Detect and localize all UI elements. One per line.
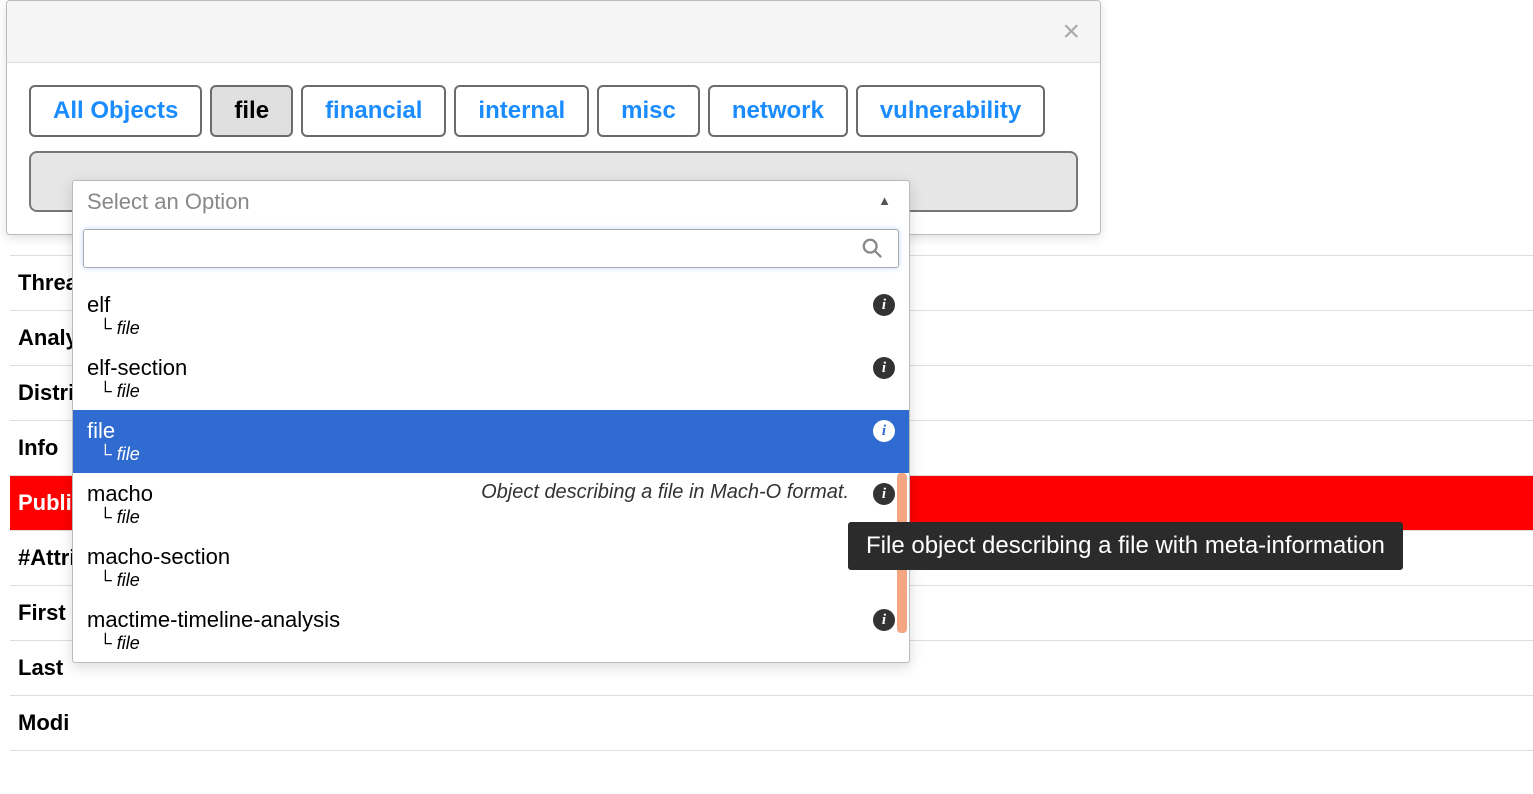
option-category: file <box>87 381 895 402</box>
dropdown-option[interactable]: mactime-timeline-analysisfilei <box>73 599 909 662</box>
tab-all-objects[interactable]: All Objects <box>29 85 202 137</box>
dropdown-option[interactable]: filefilei <box>73 410 909 473</box>
tab-financial[interactable]: financial <box>301 85 446 137</box>
dropdown-option[interactable]: elf-sectionfilei <box>73 347 909 410</box>
info-icon[interactable]: i <box>873 294 895 316</box>
object-dropdown[interactable]: Select an Option elffileielf-sectionfile… <box>72 180 910 663</box>
option-category: file <box>87 633 895 654</box>
option-title: mactime-timeline-analysis <box>87 607 895 633</box>
option-title: file <box>87 418 895 444</box>
tab-file[interactable]: file <box>210 85 293 137</box>
dropdown-option[interactable]: elffilei <box>73 284 909 347</box>
tab-network[interactable]: network <box>708 85 848 137</box>
dropdown-option[interactable]: macho-sectionfilei <box>73 536 909 599</box>
info-tooltip: File object describing a file with meta-… <box>848 522 1403 570</box>
dropdown-option[interactable]: machofileObject describing a file in Mac… <box>73 473 909 536</box>
dropdown-placeholder[interactable]: Select an Option <box>73 181 909 223</box>
search-icon <box>861 237 883 265</box>
close-icon[interactable]: × <box>1062 17 1080 47</box>
info-icon[interactable]: i <box>873 483 895 505</box>
option-title: elf <box>87 292 895 318</box>
option-category: file <box>87 507 895 528</box>
dropdown-list[interactable]: elffileielf-sectionfileifilefileimachofi… <box>73 278 909 662</box>
option-description: Object describing a file in Mach-O forma… <box>481 481 849 504</box>
category-tabs: All Objectsfilefinancialinternalmiscnetw… <box>29 85 1078 137</box>
info-icon[interactable]: i <box>873 357 895 379</box>
tab-misc[interactable]: misc <box>597 85 700 137</box>
option-title: elf-section <box>87 355 895 381</box>
modal-header: × <box>7 1 1100 63</box>
tab-vulnerability[interactable]: vulnerability <box>856 85 1045 137</box>
bg-row: Modi <box>10 695 1533 751</box>
tab-internal[interactable]: internal <box>454 85 589 137</box>
info-icon[interactable]: i <box>873 420 895 442</box>
option-category: file <box>87 318 895 339</box>
option-category: file <box>87 570 895 591</box>
dropdown-search-row <box>73 223 909 278</box>
dropdown-search-input[interactable] <box>83 229 899 268</box>
option-category: file <box>87 444 895 465</box>
option-title: macho-section <box>87 544 895 570</box>
info-icon[interactable]: i <box>873 609 895 631</box>
